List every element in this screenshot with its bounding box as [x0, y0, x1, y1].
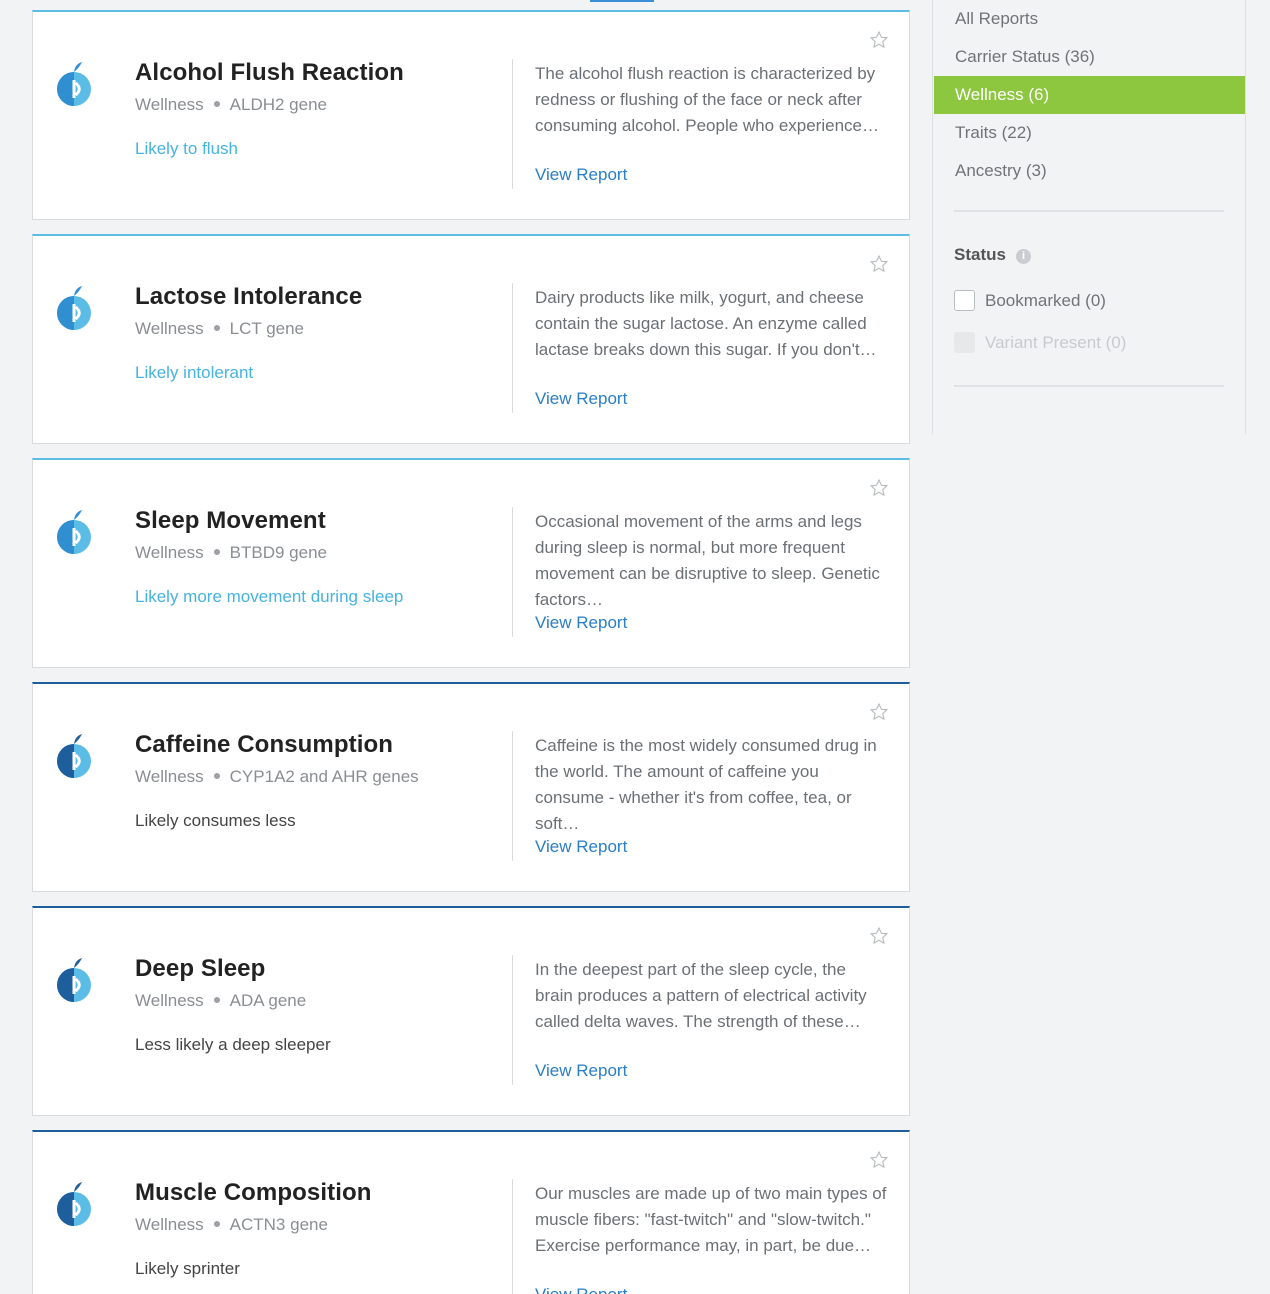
bookmarked-checkbox[interactable]: [954, 290, 975, 311]
wellness-icon: [57, 286, 91, 330]
filter-variant-present: Variant Present (0): [954, 332, 1126, 353]
card-divider: [512, 283, 513, 413]
report-meta: Wellness ALDH2 gene: [135, 95, 327, 115]
nav-ancestry[interactable]: Ancestry (3): [934, 152, 1245, 190]
report-result: Likely more movement during sleep: [135, 587, 404, 606]
report-category: Wellness: [135, 95, 204, 114]
report-meta: Wellness BTBD9 gene: [135, 543, 327, 563]
variant-present-label: Variant Present (0): [985, 333, 1127, 352]
view-report-link[interactable]: View Report: [535, 613, 627, 633]
view-report-link[interactable]: View Report: [535, 1061, 627, 1081]
report-result: Likely consumes less: [135, 811, 296, 830]
report-gene: LCT gene: [229, 319, 305, 338]
report-list: Alcohol Flush Reaction Wellness ALDH2 gen…: [32, 10, 910, 1294]
report-summary: Sleep Movement Wellness BTBD9 gene Likely…: [55, 460, 513, 667]
nav-traits[interactable]: Traits (22): [934, 114, 1245, 152]
report-meta: Wellness ACTN3 gene: [135, 1215, 328, 1235]
wellness-icon: [57, 734, 91, 778]
report-card[interactable]: Caffeine Consumption Wellness CYP1A2 and …: [32, 682, 910, 892]
report-description: Occasional movement of the arms and legs…: [535, 512, 880, 609]
card-divider: [512, 955, 513, 1085]
report-card[interactable]: Sleep Movement Wellness BTBD9 gene Likely…: [32, 458, 910, 668]
card-divider: [512, 507, 513, 637]
report-description: Caffeine is the most widely consumed dru…: [535, 736, 877, 833]
report-description: The alcohol flush reaction is characteri…: [535, 64, 879, 135]
report-summary: Caffeine Consumption Wellness CYP1A2 and …: [55, 684, 513, 891]
card-divider: [512, 731, 513, 861]
card-divider: [512, 59, 513, 189]
report-category: Wellness: [135, 1215, 204, 1234]
wellness-icon: [57, 62, 91, 106]
report-title[interactable]: Lactose Intolerance: [135, 283, 362, 311]
separator-dot: [213, 1221, 220, 1228]
report-title[interactable]: Alcohol Flush Reaction: [135, 59, 404, 87]
report-card[interactable]: Lactose Intolerance Wellness LCT gene Lik…: [32, 234, 910, 444]
separator-dot: [213, 997, 220, 1004]
nav-wellness[interactable]: Wellness (6): [934, 76, 1245, 114]
view-report-link[interactable]: View Report: [535, 165, 627, 185]
report-result: Likely to flush: [135, 139, 238, 158]
separator-dot: [213, 101, 220, 108]
report-gene: ACTN3 gene: [229, 1215, 328, 1234]
report-title[interactable]: Deep Sleep: [135, 955, 265, 983]
card-divider: [512, 1179, 513, 1294]
report-result: Likely intolerant: [135, 363, 254, 382]
report-summary: Muscle Composition Wellness ACTN3 gene Li…: [55, 1132, 513, 1294]
report-card[interactable]: Deep Sleep Wellness ADA gene Less likely …: [32, 906, 910, 1116]
report-card[interactable]: Muscle Composition Wellness ACTN3 gene Li…: [32, 1130, 910, 1294]
separator-dot: [213, 549, 220, 556]
report-meta: Wellness CYP1A2 and AHR genes: [135, 767, 419, 787]
bookmark-star-icon[interactable]: [869, 30, 889, 50]
separator-dot: [213, 773, 220, 780]
report-result: Less likely a deep sleeper: [135, 1035, 331, 1054]
bookmark-star-icon[interactable]: [869, 702, 889, 722]
variant-present-checkbox: [954, 332, 975, 353]
report-description: Dairy products like milk, yogurt, and ch…: [535, 288, 877, 359]
report-card[interactable]: Alcohol Flush Reaction Wellness ALDH2 gen…: [32, 10, 910, 220]
wellness-icon: [57, 958, 91, 1002]
report-result: Likely sprinter: [135, 1259, 240, 1278]
view-report-link[interactable]: View Report: [535, 1285, 627, 1294]
report-summary: Alcohol Flush Reaction Wellness ALDH2 gen…: [55, 12, 513, 219]
report-description: In the deepest part of the sleep cycle, …: [535, 960, 867, 1031]
info-icon[interactable]: i: [1015, 249, 1031, 264]
report-gene: CYP1A2 and AHR genes: [229, 767, 419, 786]
sidebar-divider: [954, 210, 1224, 212]
bookmark-star-icon[interactable]: [869, 254, 889, 274]
bookmark-star-icon[interactable]: [869, 478, 889, 498]
status-heading-label: Status: [954, 245, 1006, 264]
report-title[interactable]: Caffeine Consumption: [135, 731, 393, 759]
report-title[interactable]: Muscle Composition: [135, 1179, 371, 1207]
bookmarked-label: Bookmarked (0): [985, 291, 1106, 310]
nav-all-reports[interactable]: All Reports: [934, 0, 1245, 38]
report-gene: ADA gene: [229, 991, 307, 1010]
view-report-link[interactable]: View Report: [535, 837, 627, 857]
report-gene: BTBD9 gene: [229, 543, 327, 562]
status-heading: Status i: [954, 245, 1031, 265]
nav-carrier-status[interactable]: Carrier Status (36): [934, 38, 1245, 76]
report-meta: Wellness LCT gene: [135, 319, 304, 339]
wellness-icon: [57, 1182, 91, 1226]
report-summary: Deep Sleep Wellness ADA gene Less likely …: [55, 908, 513, 1115]
filter-bookmarked[interactable]: Bookmarked (0): [954, 290, 1106, 311]
active-tab-indicator: [590, 0, 654, 2]
view-report-link[interactable]: View Report: [535, 389, 627, 409]
report-description: Our muscles are made up of two main type…: [535, 1184, 887, 1255]
report-gene: ALDH2 gene: [229, 95, 327, 114]
bookmark-star-icon[interactable]: [869, 1150, 889, 1170]
report-category: Wellness: [135, 767, 204, 786]
separator-dot: [213, 325, 220, 332]
report-category: Wellness: [135, 319, 204, 338]
wellness-icon: [57, 510, 91, 554]
filter-sidebar: All Reports Carrier Status (36) Wellness…: [932, 0, 1246, 434]
bookmark-star-icon[interactable]: [869, 926, 889, 946]
report-meta: Wellness ADA gene: [135, 991, 306, 1011]
report-category: Wellness: [135, 991, 204, 1010]
report-category: Wellness: [135, 543, 204, 562]
sidebar-divider: [954, 385, 1224, 387]
report-summary: Lactose Intolerance Wellness LCT gene Lik…: [55, 236, 513, 443]
report-title[interactable]: Sleep Movement: [135, 507, 326, 535]
